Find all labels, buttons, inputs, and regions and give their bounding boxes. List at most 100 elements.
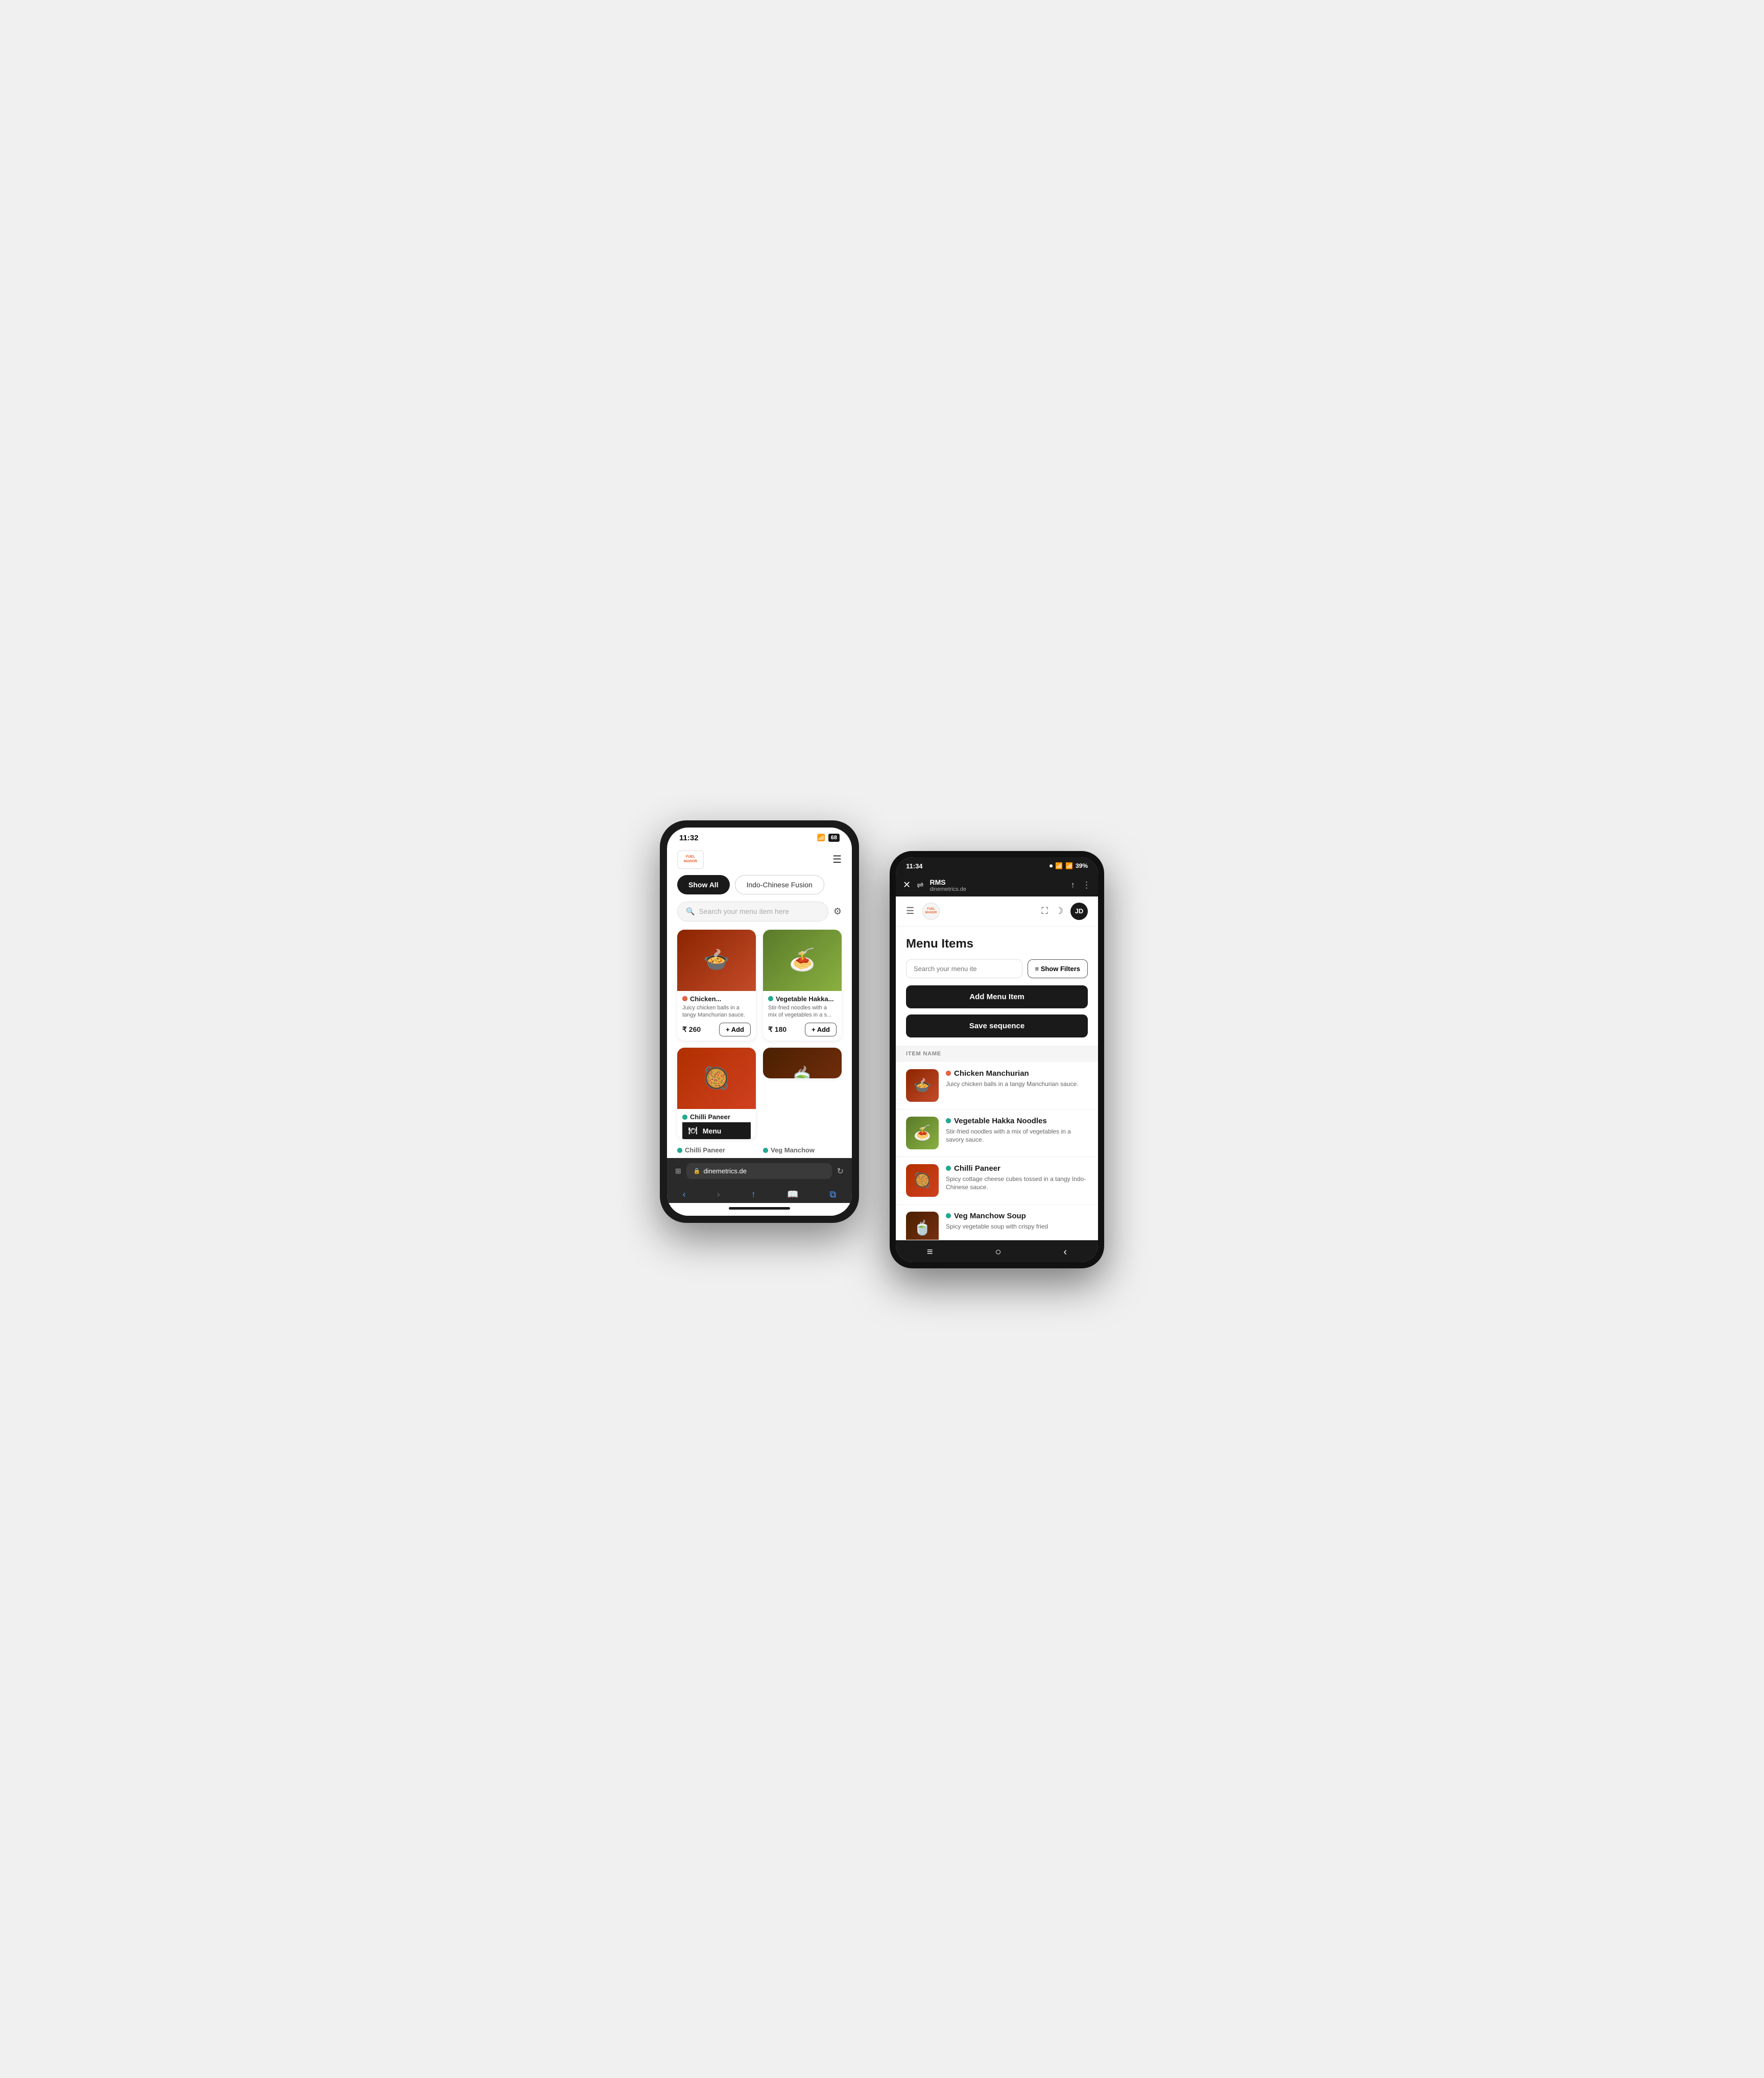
food-price-1: ₹ 260	[682, 1025, 701, 1034]
menu-item-img-4: 🍵	[906, 1212, 939, 1240]
menu-search-input[interactable]	[906, 959, 1022, 978]
menu-item-row-4: 🍵 Veg Manchow Soup Spicy vegetable soup …	[896, 1205, 1098, 1240]
menu-items-list: 🍲 Chicken Manchurian Juicy chicken balls…	[896, 1062, 1098, 1240]
android-browser-bar: ✕ ⇌ RMS dinemetrics.de ↑ ⋮	[896, 874, 1098, 896]
android-status-bar: 11:34 ⏺ 📶 📶 39%	[896, 857, 1098, 874]
partial-name-3: Chilli Paneer	[685, 1146, 725, 1154]
item-name-4: Veg Manchow Soup	[954, 1212, 1026, 1220]
search-bar[interactable]: 🔍 Search your menu item here	[677, 902, 828, 922]
home-bar	[729, 1207, 790, 1210]
food-price-2: ₹ 180	[768, 1025, 786, 1034]
save-sequence-button[interactable]: Save sequence	[906, 1014, 1088, 1037]
show-all-tab[interactable]: Show All	[677, 875, 730, 894]
menu-toast-icon: 🍽	[688, 1126, 698, 1135]
indo-chinese-tab[interactable]: Indo-Chinese Fusion	[735, 875, 824, 894]
item-desc-2: Stir-fried noodles with a mix of vegetab…	[946, 1127, 1088, 1145]
item-name-1: Chicken Manchurian	[954, 1069, 1029, 1078]
more-button[interactable]: ⋮	[1082, 880, 1091, 890]
android-wifi: 📶	[1055, 862, 1063, 869]
dot-chilli	[677, 1148, 682, 1153]
item-name-2: Vegetable Hakka Noodles	[954, 1117, 1047, 1125]
partial-name-4: Veg Manchow	[771, 1146, 815, 1154]
item-desc-1: Juicy chicken balls in a tangy Manchuria…	[946, 1080, 1088, 1089]
add-button-1[interactable]: + Add	[719, 1023, 751, 1036]
user-avatar[interactable]: JD	[1070, 903, 1088, 920]
veg-dot-1	[682, 996, 687, 1001]
dot-manchow	[763, 1148, 768, 1153]
bookmarks-nav-btn[interactable]: 📖	[787, 1189, 798, 1200]
site-url: dinemetrics.de	[930, 886, 1065, 892]
food-image-4: 🍵	[763, 1048, 842, 1078]
android-back-btn[interactable]: ‹	[1063, 1246, 1067, 1258]
dark-mode-icon[interactable]: ☽	[1055, 906, 1063, 916]
food-card-2: 🍝 Vegetable Hakka... Stir-fried noodles …	[763, 930, 842, 1041]
ios-app-header: FUELMANOR ☰	[667, 845, 852, 875]
menu-item-row-2: 🍝 Vegetable Hakka Noodles Stir-fried noo…	[896, 1109, 1098, 1157]
item-desc-3: Spicy cottage cheese cubes tossed in a t…	[946, 1175, 1088, 1192]
close-button[interactable]: ✕	[903, 880, 911, 890]
item-name-3: Chilli Paneer	[954, 1164, 1000, 1173]
menu-toast-bottom: 🍽 Menu	[682, 1122, 751, 1139]
app-logo: FUELMANOR	[677, 851, 704, 869]
food-name-1: Chicken...	[690, 995, 721, 1003]
item-dot-4	[946, 1213, 951, 1218]
header-hamburger-icon[interactable]: ☰	[906, 906, 914, 916]
food-image-3: 🥘	[677, 1048, 756, 1109]
add-button-2[interactable]: + Add	[805, 1023, 837, 1036]
android-nav-bar: ≡ ○ ‹	[896, 1240, 1098, 1262]
food-name-2: Vegetable Hakka...	[776, 995, 833, 1003]
list-header: ITEM NAME	[896, 1046, 1098, 1062]
ios-home-indicator	[667, 1203, 852, 1216]
share-nav-btn[interactable]: ↑	[751, 1189, 756, 1200]
food-grid: 🍲 Chicken... Juicy chicken balls in a ta…	[667, 930, 852, 1147]
food-card-1: 🍲 Chicken... Juicy chicken balls in a ta…	[677, 930, 756, 1041]
item-desc-4: Spicy vegetable soup with crispy fried	[946, 1222, 1088, 1231]
menu-item-img-2: 🍝	[906, 1117, 939, 1149]
tabs-nav-btn[interactable]: ⧉	[830, 1189, 837, 1200]
route-icon: ⇌	[917, 880, 923, 890]
share-button[interactable]: ↑	[1071, 880, 1076, 890]
forward-nav-btn[interactable]: ›	[717, 1189, 720, 1200]
phone-android: 11:34 ⏺ 📶 📶 39% ✕ ⇌ RMS dinemetrics.de ↑	[890, 851, 1104, 1268]
lock-icon: 🔒	[694, 1168, 701, 1174]
show-filters-button[interactable]: ≡ Show Filters	[1028, 959, 1088, 978]
search-placeholder: Search your menu item here	[699, 907, 789, 915]
search-filter-row: ≡ Show Filters	[906, 959, 1088, 978]
menu-item-row-3: 🥘 Chilli Paneer Spicy cottage cheese cub…	[896, 1157, 1098, 1205]
menu-item-img-1: 🍲	[906, 1069, 939, 1102]
refresh-icon[interactable]: ↻	[837, 1166, 844, 1176]
phone-ios: 11:32 📶 68 FUELMANOR ☰ Show All Indo-Chi…	[660, 820, 859, 1223]
food-card-3: 🥘 Chilli Paneer 🍽 Menu	[677, 1048, 756, 1139]
expand-icon[interactable]: ⛶	[1041, 906, 1048, 916]
page-title: Menu Items	[906, 937, 1088, 951]
android-content: ☰ FUELMANOR ⛶ ☽ JD Menu Items	[896, 896, 1098, 1240]
url-text: dinemetrics.de	[703, 1167, 747, 1175]
android-signal: 📶	[1065, 862, 1073, 869]
food-name-3: Chilli Paneer	[690, 1113, 730, 1121]
veg-dot-2	[768, 996, 773, 1001]
site-name: RMS	[930, 878, 1065, 886]
record-icon: ⏺	[1050, 862, 1053, 870]
ios-status-bar: 11:32 📶 68	[667, 828, 852, 845]
site-info: RMS dinemetrics.de	[930, 878, 1065, 892]
android-time: 11:34	[906, 862, 923, 870]
menu-item-row-1: 🍲 Chicken Manchurian Juicy chicken balls…	[896, 1062, 1098, 1109]
add-menu-item-button[interactable]: Add Menu Item	[906, 985, 1088, 1008]
android-battery: 39%	[1076, 862, 1088, 869]
back-nav-btn[interactable]: ‹	[683, 1189, 686, 1200]
hamburger-icon[interactable]: ☰	[832, 853, 842, 866]
app-header: ☰ FUELMANOR ⛶ ☽ JD	[896, 896, 1098, 927]
url-bar[interactable]: 🔒 dinemetrics.de	[686, 1163, 832, 1179]
item-dot-1	[946, 1071, 951, 1076]
wifi-icon: 📶	[817, 834, 825, 842]
item-dot-2	[946, 1118, 951, 1123]
ios-browser-bar: ⊞ 🔒 dinemetrics.de ↻	[667, 1158, 852, 1184]
menu-toast-label: Menu	[703, 1127, 722, 1135]
scene: 11:32 📶 68 FUELMANOR ☰ Show All Indo-Chi…	[660, 810, 1104, 1268]
ios-battery: 68	[828, 834, 840, 842]
android-menu-btn[interactable]: ≡	[927, 1246, 933, 1258]
search-row: 🔍 Search your menu item here ⚙	[667, 902, 852, 930]
android-home-btn[interactable]: ○	[995, 1246, 1001, 1258]
filter-icon[interactable]: ⚙	[833, 906, 842, 917]
food-card-4: 🍵	[763, 1048, 842, 1078]
